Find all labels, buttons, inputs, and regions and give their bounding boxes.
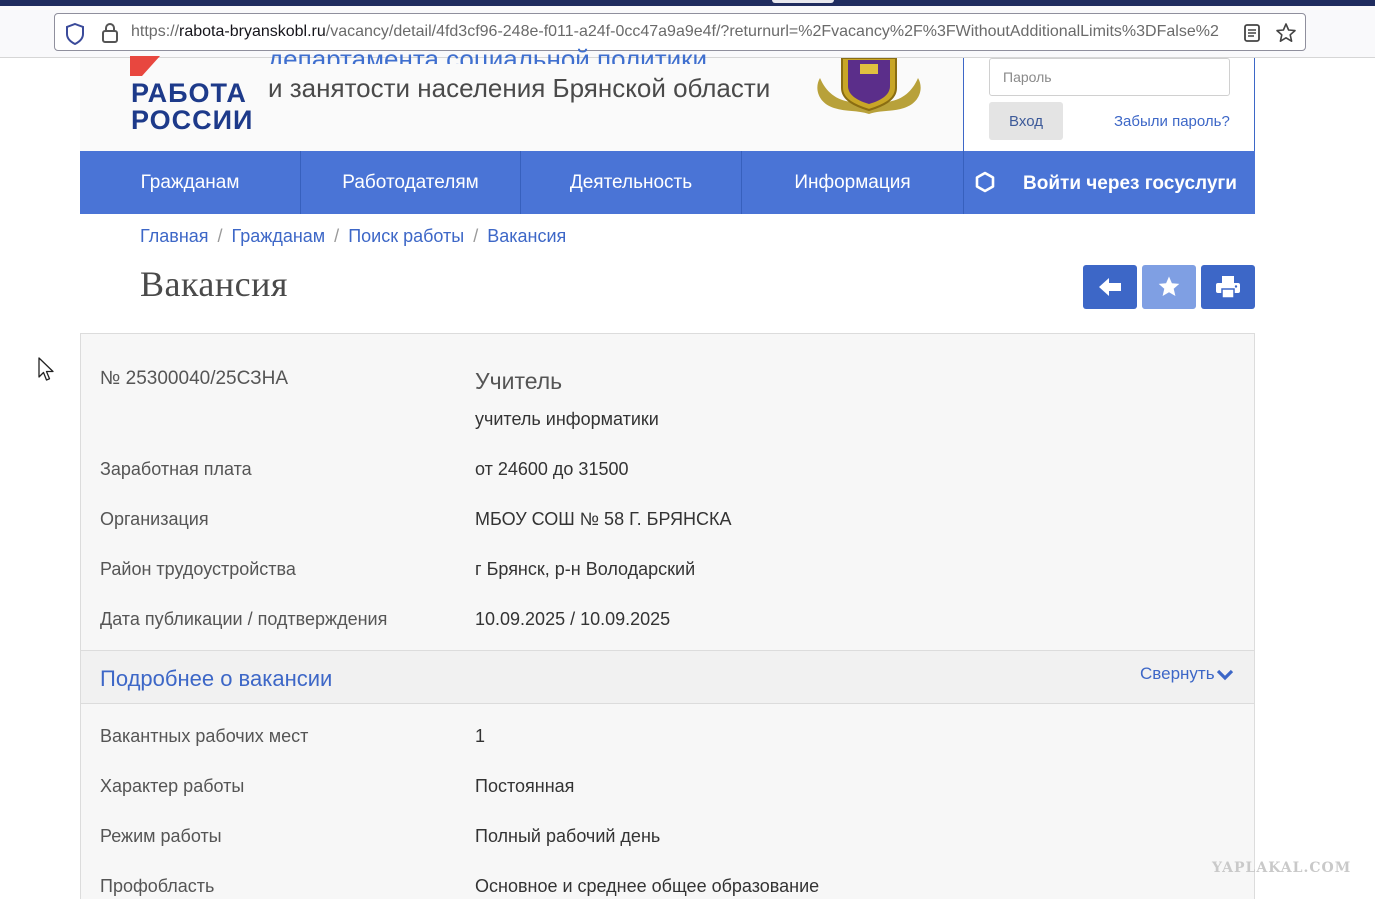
main-navigation: Гражданам Работодателям Деятельность Инф… — [80, 151, 1255, 214]
watermark: YAPLAKAL.COM — [1212, 860, 1352, 876]
salary-label: Заработная плата — [100, 459, 252, 479]
breadcrumb-separator: / — [473, 226, 479, 246]
gosuslugi-icon — [975, 171, 995, 193]
login-button[interactable]: Вход — [989, 102, 1063, 140]
logo-line-2: РОССИИ — [131, 105, 254, 135]
page-title: Вакансия — [140, 264, 288, 304]
work-schedule-value: Полный рабочий день — [475, 826, 661, 846]
login-panel: Вход Забыли пароль? — [963, 58, 1255, 151]
vacant-places-value: 1 — [475, 726, 486, 746]
publication-date-label: Дата публикации / подтверждения — [100, 609, 388, 629]
coat-of-arms-icon — [817, 58, 921, 114]
gosuslugi-label: Войти через госуслуги — [1023, 173, 1237, 194]
shield-icon[interactable] — [65, 22, 85, 50]
forgot-password-link[interactable]: Забыли пароль? — [1114, 113, 1230, 130]
organization-value: МБОУ СОШ № 58 Г. БРЯНСКА — [475, 509, 732, 529]
nav-item-citizens[interactable]: Гражданам — [80, 151, 301, 214]
work-type-value: Постоянная — [475, 776, 575, 796]
breadcrumb-citizens[interactable]: Гражданам — [232, 226, 326, 246]
print-icon — [1216, 276, 1240, 299]
vacancy-subtitle: учитель информатики — [475, 409, 659, 429]
url-path: /vacancy/detail/4fd3cf96-248e-f011-a24f-… — [325, 23, 1219, 40]
star-icon — [1158, 276, 1180, 296]
district-value: г Брянск, р-н Володарский — [475, 559, 696, 579]
breadcrumb-separator: / — [334, 226, 340, 246]
gosuslugi-login-button[interactable]: Войти через госуслуги — [963, 151, 1255, 214]
nav-item-information[interactable]: Информация — [742, 151, 963, 214]
vacant-places-label: Вакантных рабочих мест — [100, 726, 309, 746]
details-section-title: Подробнее о вакансии — [100, 666, 333, 691]
breadcrumb-vacancy[interactable]: Вакансия — [487, 226, 566, 246]
collapse-label: Свернуть — [1140, 664, 1215, 683]
work-type-label: Характер работы — [100, 776, 245, 796]
breadcrumb: Главная / Гражданам / Поиск работы / Вакансия — [140, 226, 566, 247]
collapse-button[interactable]: Свернуть — [1140, 664, 1233, 684]
professional-area-value: Основное и среднее общее образование — [475, 876, 820, 896]
breadcrumb-job-search[interactable]: Поиск работы — [348, 226, 464, 246]
mouse-cursor-icon — [38, 357, 54, 381]
publication-date-value: 10.09.2025 / 10.09.2025 — [475, 609, 671, 629]
organization-label: Организация — [100, 509, 209, 529]
lock-icon[interactable] — [101, 22, 119, 49]
site-header: РАБОТА РОССИИ департамента социальной по… — [80, 46, 963, 151]
url-host: rabota-bryanskobl.ru — [179, 23, 326, 40]
bookmark-star-icon[interactable] — [1275, 22, 1297, 49]
url-text[interactable]: https://rabota-bryanskobl.ru/vacancy/det… — [131, 23, 1231, 41]
url-scheme: https:// — [131, 23, 180, 40]
back-button[interactable] — [1083, 265, 1137, 309]
chevron-down-icon — [1216, 669, 1233, 680]
logo-line-1: РАБОТА — [131, 78, 247, 108]
reader-view-icon[interactable] — [1243, 23, 1261, 48]
rabota-rossii-logo-mark — [130, 56, 160, 76]
details-section-header: Подробнее о вакансии Свернуть — [81, 650, 1254, 704]
active-tab-indicator[interactable] — [772, 0, 834, 3]
work-schedule-label: Режим работы — [100, 826, 222, 846]
tab-strip — [0, 0, 1375, 6]
nav-item-employers[interactable]: Работодателям — [301, 151, 521, 214]
breadcrumb-separator: / — [217, 226, 223, 246]
nav-item-activity[interactable]: Деятельность — [521, 151, 742, 214]
professional-area-label: Профобласть — [100, 876, 215, 896]
favorite-button[interactable] — [1142, 265, 1196, 309]
vacancy-number: № 25300040/25СЗНА — [100, 368, 288, 389]
salary-value: от 24600 до 31500 — [475, 459, 629, 479]
department-line-1: департамента социальной политики — [268, 44, 708, 64]
district-label: Район трудоустройства — [100, 559, 296, 579]
screen: { "browser": { "url_host": "rabota-bryan… — [0, 0, 1375, 899]
vacancy-card: № 25300040/25СЗНА Учитель учитель информ… — [80, 333, 1255, 899]
department-line-2: и занятости населения Брянской области — [268, 73, 771, 103]
rabota-rossii-logo[interactable]: РАБОТА РОССИИ — [131, 80, 253, 134]
breadcrumb-home[interactable]: Главная — [140, 226, 209, 246]
password-input[interactable] — [989, 58, 1230, 96]
print-button[interactable] — [1201, 265, 1255, 309]
arrow-left-icon — [1099, 278, 1121, 296]
vacancy-title: Учитель — [475, 368, 563, 394]
